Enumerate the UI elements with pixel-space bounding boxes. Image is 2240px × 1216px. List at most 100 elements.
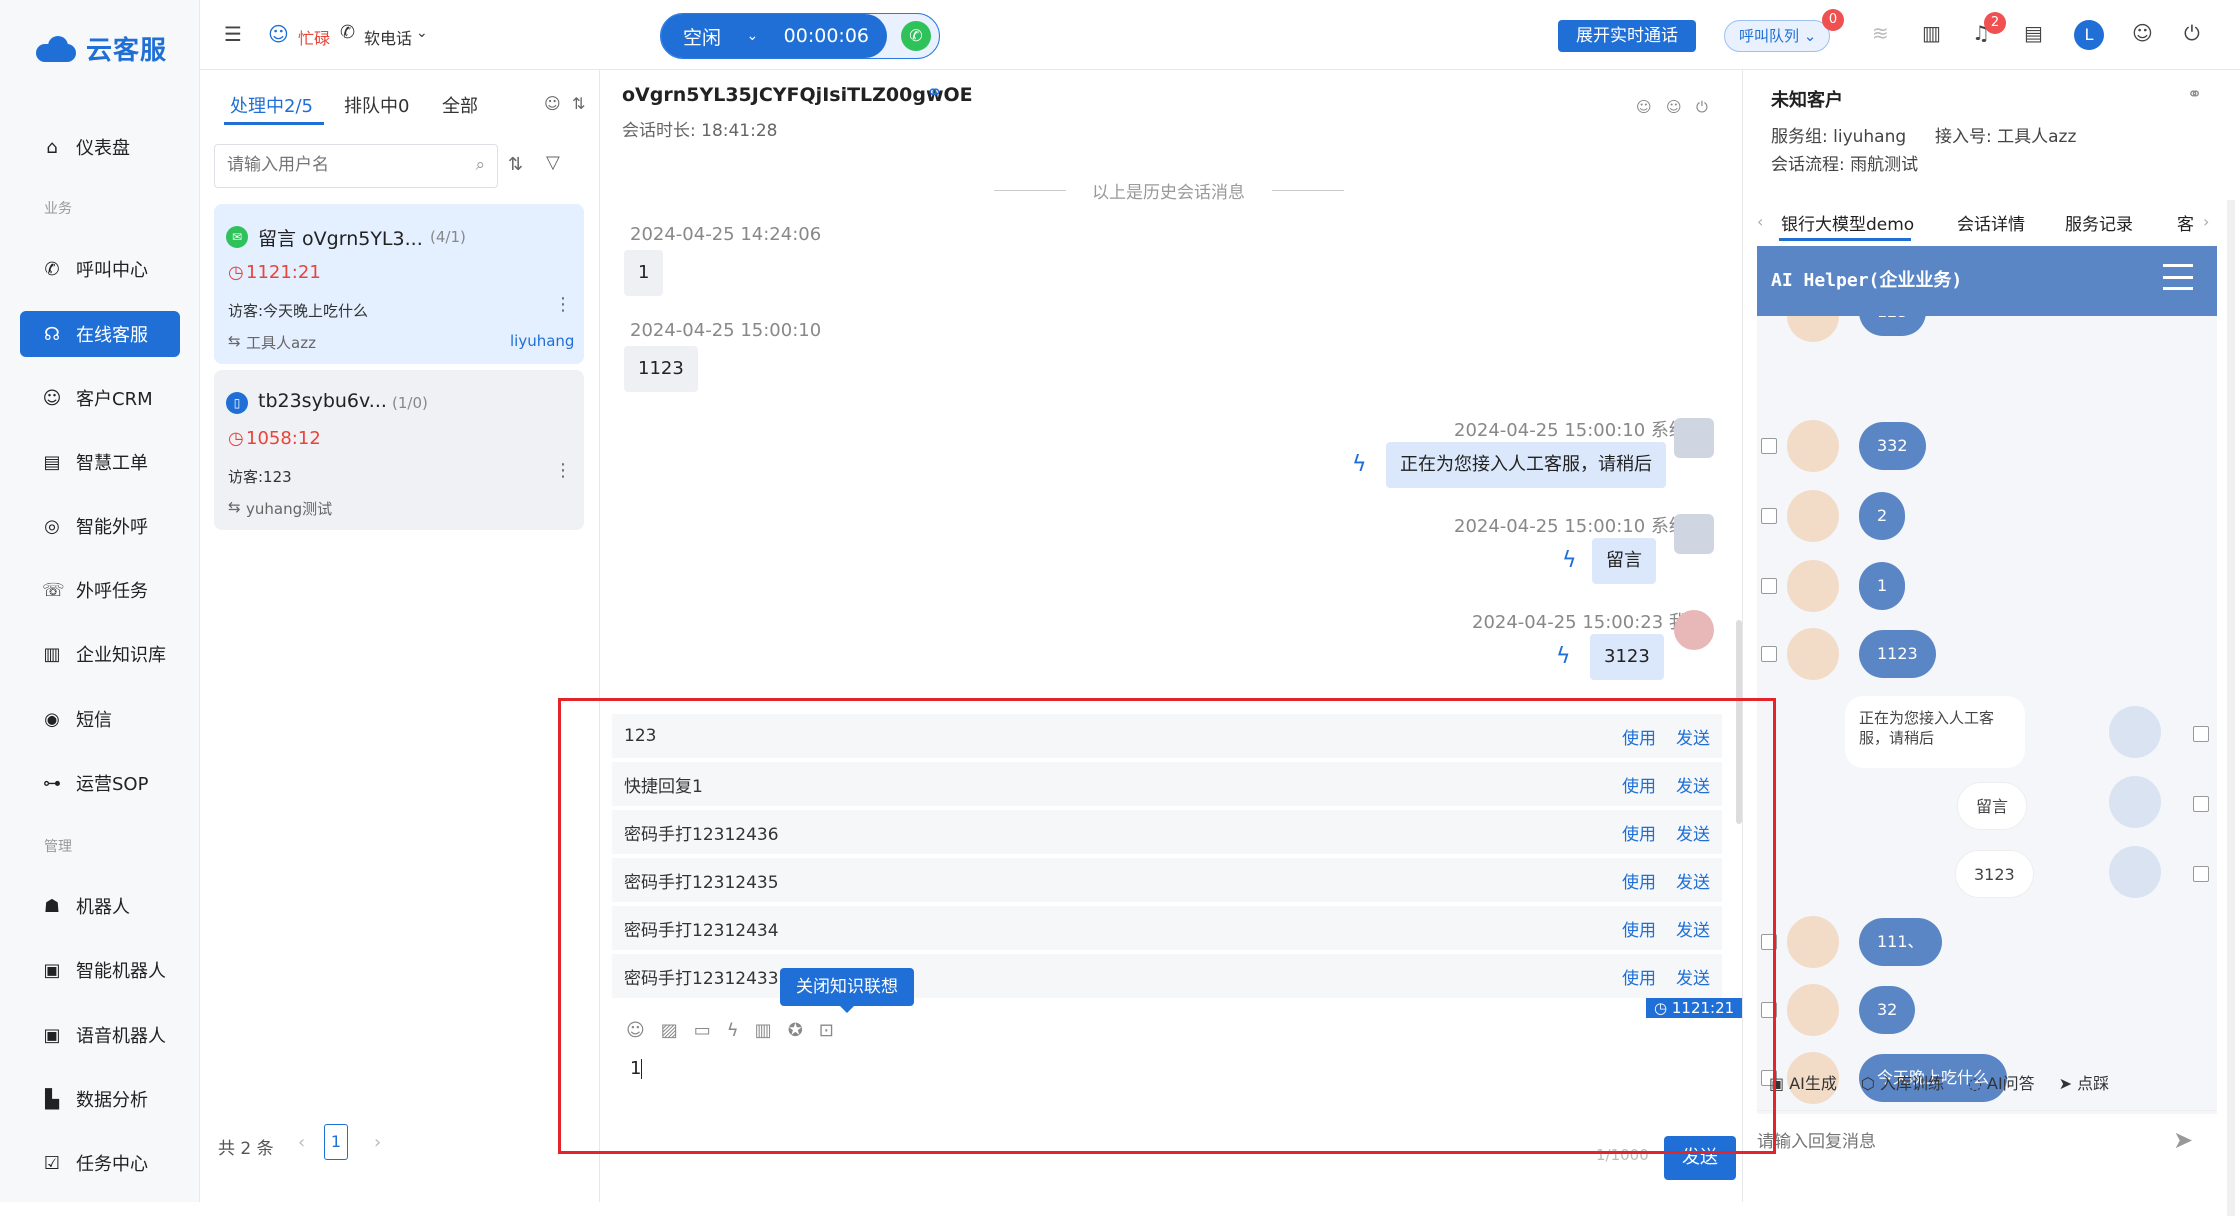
hamburger-icon[interactable] [2163,264,2193,290]
lightning-icon[interactable]: ϟ [1562,548,1577,573]
tab-bank-demo[interactable]: 银行大模型demo [1781,210,1914,235]
search-input[interactable] [215,145,445,185]
power-icon[interactable]: ⏻ [2184,21,2200,45]
book-icon[interactable]: ▥ [1922,21,1941,45]
tab-prev-icon[interactable]: ‹ [1757,212,1763,231]
select-checkbox[interactable] [1761,578,1777,594]
link-icon[interactable]: ⚭ [926,80,943,104]
sidebar-item-task-center[interactable]: ☑ 任务中心 [20,1140,180,1186]
select-checkbox[interactable] [2193,866,2209,882]
sidebar-item-call-center[interactable]: ✆ 呼叫中心 [20,246,180,292]
sidebar-item-sms[interactable]: ◉ 短信 [20,696,180,742]
tab-processing[interactable]: 处理中2/5 [230,92,313,118]
prev-page-icon[interactable]: ‹ [298,1132,305,1153]
dislike-button[interactable]: ➤ 点踩 [2059,1070,2110,1094]
tab-service-record[interactable]: 服务记录 [2065,210,2133,235]
sidebar-item-workorder[interactable]: ▤ 智慧工单 [20,439,180,485]
ai-message-bubble: 123 [1859,316,1926,336]
sidebar-item-online-service[interactable]: ☊ 在线客服 [20,311,180,357]
ai-train-button[interactable]: ⬡ 入库训练 [1861,1070,1944,1094]
transfer-user-icon[interactable]: ☺ [1666,98,1682,116]
ai-message-bubble: 332 [1859,422,1926,470]
ai-generate-label: AI生成 [1789,1074,1837,1093]
select-checkbox[interactable] [1761,646,1777,662]
more-icon[interactable]: ⋮ [554,460,572,481]
next-page-icon[interactable]: › [374,1132,381,1153]
book-icon: ▥ [43,643,61,665]
clock-icon: ◷ [228,428,244,449]
cloud-logo-icon [36,35,78,62]
sidebar-item-knowledge[interactable]: ▥ 企业知识库 [20,631,180,677]
avatar[interactable]: L [2074,20,2104,50]
call-queue-dropdown[interactable]: 呼叫队列 ⌄ [1724,20,1830,52]
answer-call-button[interactable]: ✆ [901,21,931,51]
my-avatar [1674,610,1714,650]
tab-customer[interactable]: 客 [2177,210,2194,235]
tab-session-detail[interactable]: 会话详情 [1957,210,2025,235]
sidebar-item-crm[interactable]: ☺ 客户CRM [20,375,180,421]
menu-toggle-icon[interactable]: ☰ [224,22,242,46]
tab-queued[interactable]: 排队中0 [344,92,409,118]
app-channel-icon: ▯ [226,392,248,414]
ai-message-bubble: 2 [1859,492,1906,540]
tab-all[interactable]: 全部 [442,92,478,118]
user-icon: ☺ [42,387,62,409]
more-icon[interactable]: ⋮ [554,294,572,315]
app-logo-text: 云客服 [86,36,168,66]
sidebar-item-dashboard[interactable]: ⌂ 仪表盘 [20,124,180,170]
message-time: 2024-04-25 15:00:10 系统 [1454,420,1687,441]
session-card[interactable]: ✉ 留言 oVgrn5YL3... (4/1) ◷ 1121:21 访客:今天晚… [214,204,584,364]
session-count: (1/0) [392,394,428,412]
user-icon[interactable]: ☺ [2132,21,2153,45]
status-dropdown[interactable]: 空闲 [683,23,721,50]
select-checkbox[interactable] [2193,796,2209,812]
app-logo: 云客服 [36,30,167,67]
call-task-icon: ☏ [42,579,65,601]
divider-line [994,190,1066,191]
select-checkbox[interactable] [1761,438,1777,454]
ai-generate-button[interactable]: ▣ AI生成 [1769,1070,1837,1094]
robot-avatar-icon [2109,846,2161,898]
sort-order-icon[interactable]: ⇅ [508,154,523,175]
sidebar-item-smart-robot[interactable]: ▣ 智能机器人 [20,947,180,993]
ai-reply-input[interactable] [1757,1124,2157,1160]
sort-icon[interactable]: ⇅ [572,94,585,113]
ai-qa-button[interactable]: ◌ AI问答 [1968,1070,2035,1094]
lightning-icon[interactable]: ϟ [1352,452,1367,477]
sidebar-item-robot[interactable]: ☗ 机器人 [20,883,180,929]
send-icon[interactable]: ➤ [2173,1126,2193,1154]
link-icon[interactable]: ⚭ [2187,84,2202,105]
ai-qa-label: AI问答 [1987,1074,2035,1093]
notes-icon[interactable]: ▤ [2024,21,2043,45]
sidebar-item-smart-outbound[interactable]: ◎ 智能外呼 [20,503,180,549]
sidebar-item-data-analysis[interactable]: ▙ 数据分析 [20,1076,180,1122]
busy-status[interactable]: 忙碌 [298,25,330,49]
expand-call-button[interactable]: 展开实时通话 [1558,20,1696,52]
sidebar: 云客服 ⌂ 仪表盘 业务 ✆ 呼叫中心 ☊ 在线客服 ☺ 客户CRM ▤ 智慧工单 ◎ 智能… [0,0,200,1202]
select-checkbox[interactable] [2193,726,2209,742]
select-checkbox[interactable] [1761,508,1777,524]
session-card[interactable]: ▯ tb23sybu6v... (1/0) ◷ 1058:12 访客:123 ⋮… [214,370,584,530]
user-info-icon[interactable]: ☺ [1636,98,1652,116]
active-tab-indicator [1779,238,1911,241]
softphone-dropdown[interactable]: 软电话 [364,25,412,49]
lightning-icon[interactable]: ϟ [1556,644,1571,669]
tab-next-icon[interactable]: › [2203,212,2209,231]
panel-scrollbar[interactable] [2227,200,2235,1216]
ai-toolbar: ▣ AI生成 ⬡ 入库训练 ◌ AI问答 ➤ 点踩 [1769,1070,2109,1094]
search-icon[interactable]: ⌕ [475,155,485,175]
session-agent: liyuhang [510,332,575,350]
sidebar-item-sop[interactable]: ⊶ 运营SOP [20,760,180,806]
sidebar-item-outbound-task[interactable]: ☏ 外呼任务 [20,567,180,613]
page-number[interactable]: 1 [324,1124,348,1160]
divider-line [1757,1110,2217,1111]
filter-icon[interactable]: ▽ [546,152,560,173]
customer-avatar [1787,316,1839,342]
chat-status-icon: ☺ [268,22,289,46]
user-filter-icon[interactable]: ☺ [544,94,561,113]
phone-icon: ✆ [340,22,356,43]
ai-message-bubble: 1 [1859,562,1906,610]
session-route: yuhang测试 [246,500,333,518]
power-icon[interactable]: ⏻ [1696,98,1708,116]
sidebar-item-voice-robot[interactable]: ▣ 语音机器人 [20,1012,180,1058]
